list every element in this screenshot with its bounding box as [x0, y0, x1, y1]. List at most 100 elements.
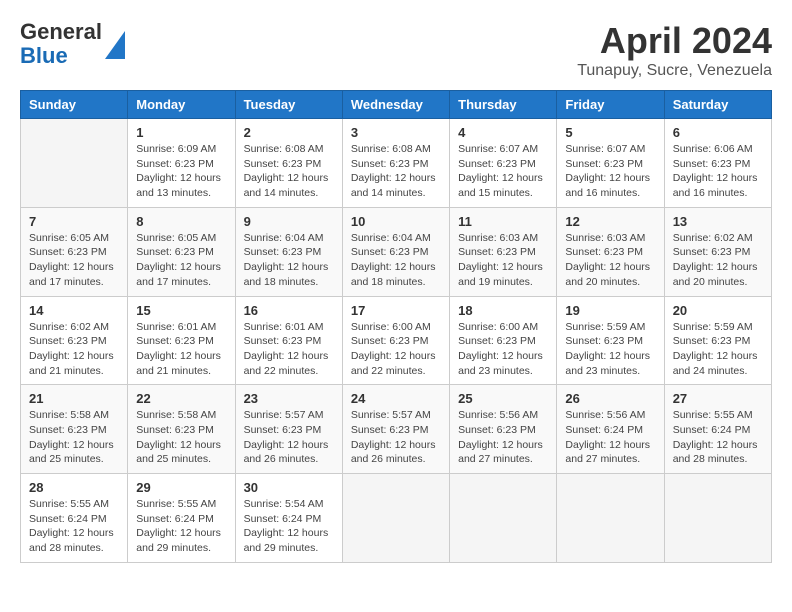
day-info: Sunrise: 5:59 AM Sunset: 6:23 PM Dayligh…	[565, 320, 655, 379]
day-info: Sunrise: 5:55 AM Sunset: 6:24 PM Dayligh…	[136, 497, 226, 556]
day-number: 29	[136, 480, 226, 495]
day-info: Sunrise: 6:05 AM Sunset: 6:23 PM Dayligh…	[136, 231, 226, 290]
calendar-cell: 19Sunrise: 5:59 AM Sunset: 6:23 PM Dayli…	[557, 296, 664, 385]
day-header-thursday: Thursday	[450, 91, 557, 119]
calendar-cell: 15 Sunrise: 6:01 AM Sunset: 6:23 PM Dayli…	[128, 296, 235, 385]
week-row-2: 7 Sunrise: 6:05 AM Sunset: 6:23 PM Daylig…	[21, 207, 772, 296]
day-header-wednesday: Wednesday	[342, 91, 449, 119]
day-info: Sunrise: 6:05 AM Sunset: 6:23 PM Dayligh…	[29, 231, 119, 290]
day-info: Sunrise: 5:56 AM Sunset: 6:23 PM Dayligh…	[458, 408, 548, 467]
day-info: Sunrise: 6:01 AM Sunset: 6:23 PM Dayligh…	[136, 320, 226, 379]
day-number: 18	[458, 303, 548, 318]
week-row-4: 21 Sunrise: 5:58 AM Sunset: 6:23 PM Dayli…	[21, 385, 772, 474]
calendar-cell: 18 Sunrise: 6:00 AM Sunset: 6:23 PM Dayli…	[450, 296, 557, 385]
day-number: 21	[29, 391, 119, 406]
day-number: 2	[244, 125, 334, 140]
day-number: 13	[673, 214, 763, 229]
day-number: 10	[351, 214, 441, 229]
calendar-body: 1 Sunrise: 6:09 AM Sunset: 6:23 PM Daylig…	[21, 119, 772, 563]
calendar-cell: 22Sunrise: 5:58 AM Sunset: 6:23 PM Dayli…	[128, 385, 235, 474]
day-info: Sunrise: 6:04 AM Sunset: 6:23 PM Dayligh…	[351, 231, 441, 290]
title-block: April 2024 Tunapuy, Sucre, Venezuela	[577, 20, 772, 80]
day-number: 4	[458, 125, 548, 140]
day-info: Sunrise: 6:01 AM Sunset: 6:23 PM Dayligh…	[244, 320, 334, 379]
calendar-cell: 26 Sunrise: 5:56 AM Sunset: 6:24 PM Dayli…	[557, 385, 664, 474]
day-number: 27	[673, 391, 763, 406]
calendar-cell: 17 Sunrise: 6:00 AM Sunset: 6:23 PM Dayli…	[342, 296, 449, 385]
day-number: 14	[29, 303, 119, 318]
day-number: 1	[136, 125, 226, 140]
day-info: Sunrise: 5:55 AM Sunset: 6:24 PM Dayligh…	[673, 408, 763, 467]
day-number: 6	[673, 125, 763, 140]
logo-text: General Blue	[20, 20, 102, 68]
calendar-cell: 25 Sunrise: 5:56 AM Sunset: 6:23 PM Dayli…	[450, 385, 557, 474]
day-info: Sunrise: 5:58 AM Sunset: 6:23 PM Dayligh…	[29, 408, 119, 467]
calendar-cell: 14 Sunrise: 6:02 AM Sunset: 6:23 PM Dayli…	[21, 296, 128, 385]
day-number: 11	[458, 214, 548, 229]
day-number: 7	[29, 214, 119, 229]
logo-icon	[105, 31, 125, 59]
day-header-saturday: Saturday	[664, 91, 771, 119]
day-info: Sunrise: 6:04 AM Sunset: 6:23 PM Dayligh…	[244, 231, 334, 290]
day-header-monday: Monday	[128, 91, 235, 119]
week-row-1: 1 Sunrise: 6:09 AM Sunset: 6:23 PM Daylig…	[21, 119, 772, 208]
day-number: 5	[565, 125, 655, 140]
day-number: 9	[244, 214, 334, 229]
day-number: 24	[351, 391, 441, 406]
calendar-cell	[557, 474, 664, 563]
calendar-cell	[450, 474, 557, 563]
calendar-cell: 27 Sunrise: 5:55 AM Sunset: 6:24 PM Dayli…	[664, 385, 771, 474]
day-info: Sunrise: 6:00 AM Sunset: 6:23 PM Dayligh…	[351, 320, 441, 379]
calendar-cell: 12Sunrise: 6:03 AM Sunset: 6:23 PM Dayli…	[557, 207, 664, 296]
calendar-cell: 8 Sunrise: 6:05 AM Sunset: 6:23 PM Daylig…	[128, 207, 235, 296]
calendar-cell: 9 Sunrise: 6:04 AM Sunset: 6:23 PM Daylig…	[235, 207, 342, 296]
day-number: 28	[29, 480, 119, 495]
week-row-3: 14 Sunrise: 6:02 AM Sunset: 6:23 PM Dayli…	[21, 296, 772, 385]
day-info: Sunrise: 6:03 AM Sunset: 6:23 PM Dayligh…	[458, 231, 548, 290]
month-title: April 2024	[577, 20, 772, 62]
calendar-cell: 13 Sunrise: 6:02 AM Sunset: 6:23 PM Dayli…	[664, 207, 771, 296]
calendar-cell: 6 Sunrise: 6:06 AM Sunset: 6:23 PM Daylig…	[664, 119, 771, 208]
calendar-cell: 3Sunrise: 6:08 AM Sunset: 6:23 PM Daylig…	[342, 119, 449, 208]
day-info: Sunrise: 6:02 AM Sunset: 6:23 PM Dayligh…	[29, 320, 119, 379]
calendar-table: SundayMondayTuesdayWednesdayThursdayFrid…	[20, 90, 772, 563]
calendar-cell: 28 Sunrise: 5:55 AM Sunset: 6:24 PM Dayli…	[21, 474, 128, 563]
day-info: Sunrise: 6:07 AM Sunset: 6:23 PM Dayligh…	[458, 142, 548, 201]
calendar-cell: 30Sunrise: 5:54 AM Sunset: 6:24 PM Dayli…	[235, 474, 342, 563]
calendar-cell: 7 Sunrise: 6:05 AM Sunset: 6:23 PM Daylig…	[21, 207, 128, 296]
day-info: Sunrise: 6:08 AM Sunset: 6:23 PM Dayligh…	[244, 142, 334, 201]
day-number: 26	[565, 391, 655, 406]
day-info: Sunrise: 6:00 AM Sunset: 6:23 PM Dayligh…	[458, 320, 548, 379]
calendar-cell: 11 Sunrise: 6:03 AM Sunset: 6:23 PM Dayli…	[450, 207, 557, 296]
calendar-cell: 10 Sunrise: 6:04 AM Sunset: 6:23 PM Dayli…	[342, 207, 449, 296]
day-info: Sunrise: 6:02 AM Sunset: 6:23 PM Dayligh…	[673, 231, 763, 290]
day-header-tuesday: Tuesday	[235, 91, 342, 119]
day-number: 16	[244, 303, 334, 318]
day-number: 17	[351, 303, 441, 318]
page-header: General Blue April 2024 Tunapuy, Sucre, …	[20, 20, 772, 80]
day-info: Sunrise: 6:07 AM Sunset: 6:23 PM Dayligh…	[565, 142, 655, 201]
day-number: 30	[244, 480, 334, 495]
logo: General Blue	[20, 20, 125, 68]
day-info: Sunrise: 5:56 AM Sunset: 6:24 PM Dayligh…	[565, 408, 655, 467]
day-number: 25	[458, 391, 548, 406]
day-number: 23	[244, 391, 334, 406]
calendar-cell: 1 Sunrise: 6:09 AM Sunset: 6:23 PM Daylig…	[128, 119, 235, 208]
day-info: Sunrise: 5:57 AM Sunset: 6:23 PM Dayligh…	[351, 408, 441, 467]
day-number: 15	[136, 303, 226, 318]
day-info: Sunrise: 6:09 AM Sunset: 6:23 PM Dayligh…	[136, 142, 226, 201]
calendar-cell	[21, 119, 128, 208]
calendar-cell: 2 Sunrise: 6:08 AM Sunset: 6:23 PM Daylig…	[235, 119, 342, 208]
day-number: 8	[136, 214, 226, 229]
calendar-cell: 23 Sunrise: 5:57 AM Sunset: 6:23 PM Dayli…	[235, 385, 342, 474]
calendar-cell: 5 Sunrise: 6:07 AM Sunset: 6:23 PM Daylig…	[557, 119, 664, 208]
calendar-header: SundayMondayTuesdayWednesdayThursdayFrid…	[21, 91, 772, 119]
day-info: Sunrise: 6:08 AM Sunset: 6:23 PM Dayligh…	[351, 142, 441, 201]
day-info: Sunrise: 5:55 AM Sunset: 6:24 PM Dayligh…	[29, 497, 119, 556]
day-info: Sunrise: 5:57 AM Sunset: 6:23 PM Dayligh…	[244, 408, 334, 467]
calendar-cell	[664, 474, 771, 563]
location-title: Tunapuy, Sucre, Venezuela	[577, 62, 772, 80]
week-row-5: 28 Sunrise: 5:55 AM Sunset: 6:24 PM Dayli…	[21, 474, 772, 563]
day-info: Sunrise: 6:06 AM Sunset: 6:23 PM Dayligh…	[673, 142, 763, 201]
calendar-cell: 29 Sunrise: 5:55 AM Sunset: 6:24 PM Dayli…	[128, 474, 235, 563]
